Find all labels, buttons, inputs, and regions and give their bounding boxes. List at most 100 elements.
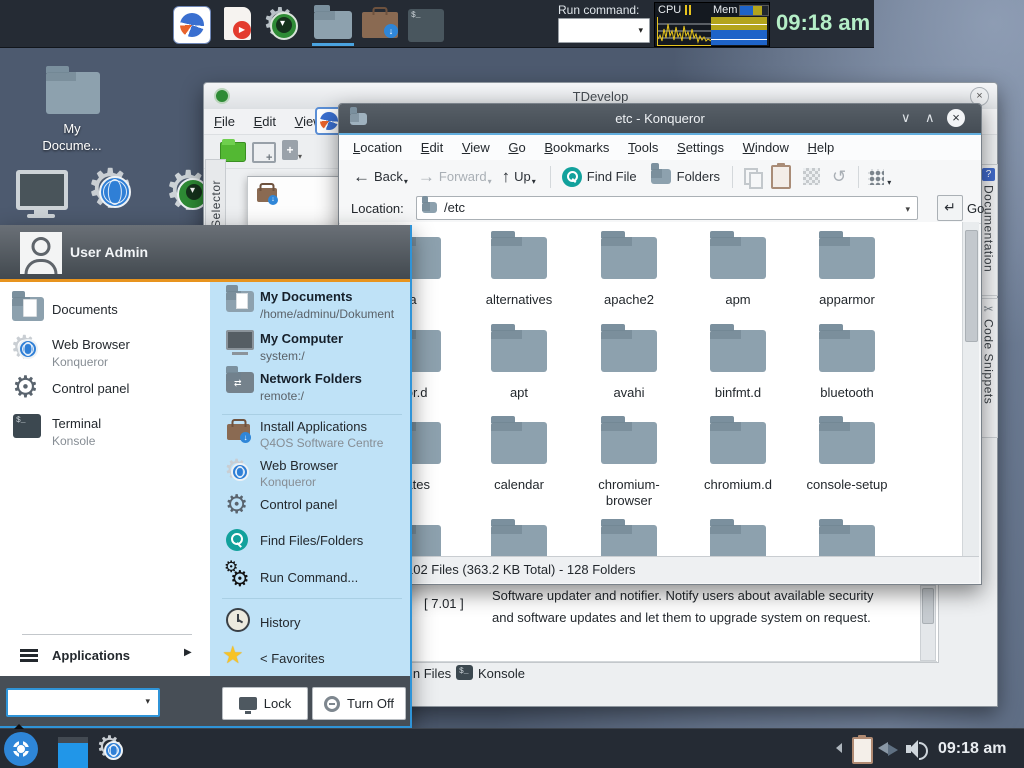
menu-file[interactable]: File xyxy=(214,109,235,134)
folder-label[interactable]: console-setup xyxy=(795,477,899,492)
find-file-icon[interactable] xyxy=(562,167,582,187)
chevron-down-icon[interactable]: ▾ xyxy=(298,152,302,161)
presentation-doc-launcher[interactable]: ▶ xyxy=(224,7,251,40)
menu-bookmarks[interactable]: Bookmarks xyxy=(544,135,609,160)
network-icon[interactable] xyxy=(878,742,888,754)
menu-go[interactable]: Go xyxy=(508,135,525,160)
folder-label[interactable]: bluetooth xyxy=(795,385,899,400)
volume-icon[interactable] xyxy=(906,740,914,758)
copy-icon[interactable] xyxy=(744,168,760,186)
menu-item-control-panel[interactable]: ⚙ Control panel xyxy=(0,373,210,413)
terminal-launcher[interactable]: $_ xyxy=(408,9,444,42)
chevron-down-icon[interactable]: ▾ xyxy=(145,696,150,707)
menu-item-web-browser[interactable]: ⚙ Web Browser Konqueror xyxy=(0,329,210,373)
folder-icon[interactable] xyxy=(710,525,766,556)
forward-icon[interactable]: → xyxy=(418,167,435,187)
maximize-icon[interactable]: ∧ xyxy=(925,110,935,126)
menu-edit[interactable]: Edit xyxy=(421,135,443,160)
show-desktop-button[interactable] xyxy=(58,737,88,768)
menu-view[interactable]: View xyxy=(462,135,490,160)
menu-window[interactable]: Window xyxy=(743,135,789,160)
folder-label[interactable]: calendar xyxy=(467,477,571,492)
chevron-down-icon[interactable]: ▾ xyxy=(404,177,408,186)
paste-icon[interactable] xyxy=(771,165,791,189)
folders-button[interactable]: Folders xyxy=(677,169,720,184)
folder-icon[interactable] xyxy=(491,330,547,372)
new-file-icon[interactable]: + xyxy=(282,140,298,160)
desktop-icon-konqueror[interactable]: ⚙ xyxy=(86,162,146,222)
folders-icon[interactable] xyxy=(651,169,671,184)
desktop-icon-my-documents[interactable]: My Docume... xyxy=(30,68,114,164)
system-monitor[interactable]: CPU Mem xyxy=(654,2,770,47)
menu-item-history[interactable]: History xyxy=(212,607,410,643)
desktop-icon-my-computer[interactable] xyxy=(14,168,70,220)
turn-off-button[interactable]: Turn Off xyxy=(312,687,406,720)
menu-item-terminal[interactable]: $_ Terminal Konsole xyxy=(0,411,210,455)
menu-help[interactable]: Help xyxy=(808,135,835,160)
file-manager-launcher[interactable] xyxy=(314,11,352,39)
scrollbar[interactable] xyxy=(962,222,979,556)
software-update-launcher[interactable]: ⚙ ▾ xyxy=(262,3,304,45)
konqueror-titlebar[interactable]: etc - Konqueror ∨ ∧ × xyxy=(339,104,981,133)
taskbar-konqueror-icon[interactable]: ⚙ xyxy=(96,733,130,765)
folder-icon[interactable] xyxy=(710,237,766,279)
find-file-button[interactable]: Find File xyxy=(587,169,637,184)
menu-settings[interactable]: Settings xyxy=(677,135,724,160)
run-command-input[interactable]: ▾ xyxy=(558,18,650,43)
folder-icon[interactable] xyxy=(491,525,547,556)
folder-icon[interactable] xyxy=(601,237,657,279)
start-menu-button[interactable] xyxy=(4,732,38,766)
menu-item-network-folders[interactable]: ⇄ Network Folders remote:/ xyxy=(212,365,410,407)
folder-label[interactable]: apache2 xyxy=(577,292,681,307)
scrollbar[interactable] xyxy=(920,585,936,661)
menu-edit[interactable]: Edit xyxy=(254,109,276,134)
render-icon[interactable] xyxy=(803,168,820,185)
up-button[interactable]: Up xyxy=(514,169,531,184)
tray-expander-icon[interactable] xyxy=(836,743,842,753)
folder-label[interactable]: apm xyxy=(686,292,790,307)
menu-item-applications[interactable]: Applications ▶ xyxy=(0,642,210,674)
lock-button[interactable]: Lock xyxy=(222,687,308,720)
forward-button[interactable]: Forward xyxy=(439,169,487,184)
folder-icon[interactable] xyxy=(491,422,547,464)
folder-icon[interactable] xyxy=(601,422,657,464)
folder-icon[interactable] xyxy=(819,330,875,372)
view-mode-icon[interactable] xyxy=(868,169,884,185)
back-icon[interactable]: ← xyxy=(353,167,370,187)
menu-item-favorites[interactable]: ★ < Favorites xyxy=(212,643,410,679)
menu-item-my-documents[interactable]: My Documents /home/adminu/Dokument xyxy=(212,285,410,327)
folder-icon[interactable] xyxy=(601,330,657,372)
folder-icon[interactable] xyxy=(601,525,657,556)
chevron-down-icon[interactable]: ▾ xyxy=(638,25,643,36)
menu-item-control-panel-2[interactable]: ⚙ Control panel xyxy=(212,491,410,527)
folder-icon[interactable] xyxy=(710,330,766,372)
go-button[interactable]: Go xyxy=(967,201,984,216)
folder-label[interactable]: avahi xyxy=(577,385,681,400)
folder-icon[interactable] xyxy=(819,422,875,464)
tab-konsole[interactable]: Konsole xyxy=(478,666,525,681)
statistics-app-launcher[interactable] xyxy=(173,6,211,44)
folder-icon[interactable] xyxy=(710,422,766,464)
tab-grep-in-files[interactable]: in Files xyxy=(410,666,451,681)
undo-icon[interactable]: ↺ xyxy=(832,167,846,187)
folder-icon[interactable] xyxy=(491,237,547,279)
chevron-down-icon[interactable]: ▾ xyxy=(532,177,536,186)
location-input[interactable]: /etc ▾ xyxy=(416,196,918,220)
folder-label[interactable]: alternatives xyxy=(467,292,571,307)
chevron-down-icon[interactable]: ▾ xyxy=(905,204,910,215)
folder-label[interactable]: apparmor xyxy=(795,292,899,307)
folder-label[interactable]: chromium-browser xyxy=(577,477,681,509)
menu-item-run-command[interactable]: ⚙ ⚙ Run Command... xyxy=(212,562,410,600)
folder-label[interactable]: apt xyxy=(467,385,571,400)
go-enter-icon[interactable]: ↵ xyxy=(937,195,963,221)
menu-item-my-computer[interactable]: My Computer system:/ xyxy=(212,325,410,367)
folder-label[interactable]: chromium.d xyxy=(686,477,790,492)
search-combobox[interactable]: ▾ xyxy=(6,688,160,717)
panel-clock[interactable]: 09:18 am xyxy=(776,10,870,36)
up-icon[interactable]: ↑ xyxy=(502,167,511,187)
minimize-icon[interactable]: ∨ xyxy=(901,110,911,126)
scrollbar-thumb[interactable] xyxy=(922,588,934,624)
clipboard-icon[interactable] xyxy=(852,737,873,764)
back-button[interactable]: Back xyxy=(374,169,403,184)
menu-item-install-applications[interactable]: ↓ Install Applications Q4OS Software Cen… xyxy=(212,417,410,457)
